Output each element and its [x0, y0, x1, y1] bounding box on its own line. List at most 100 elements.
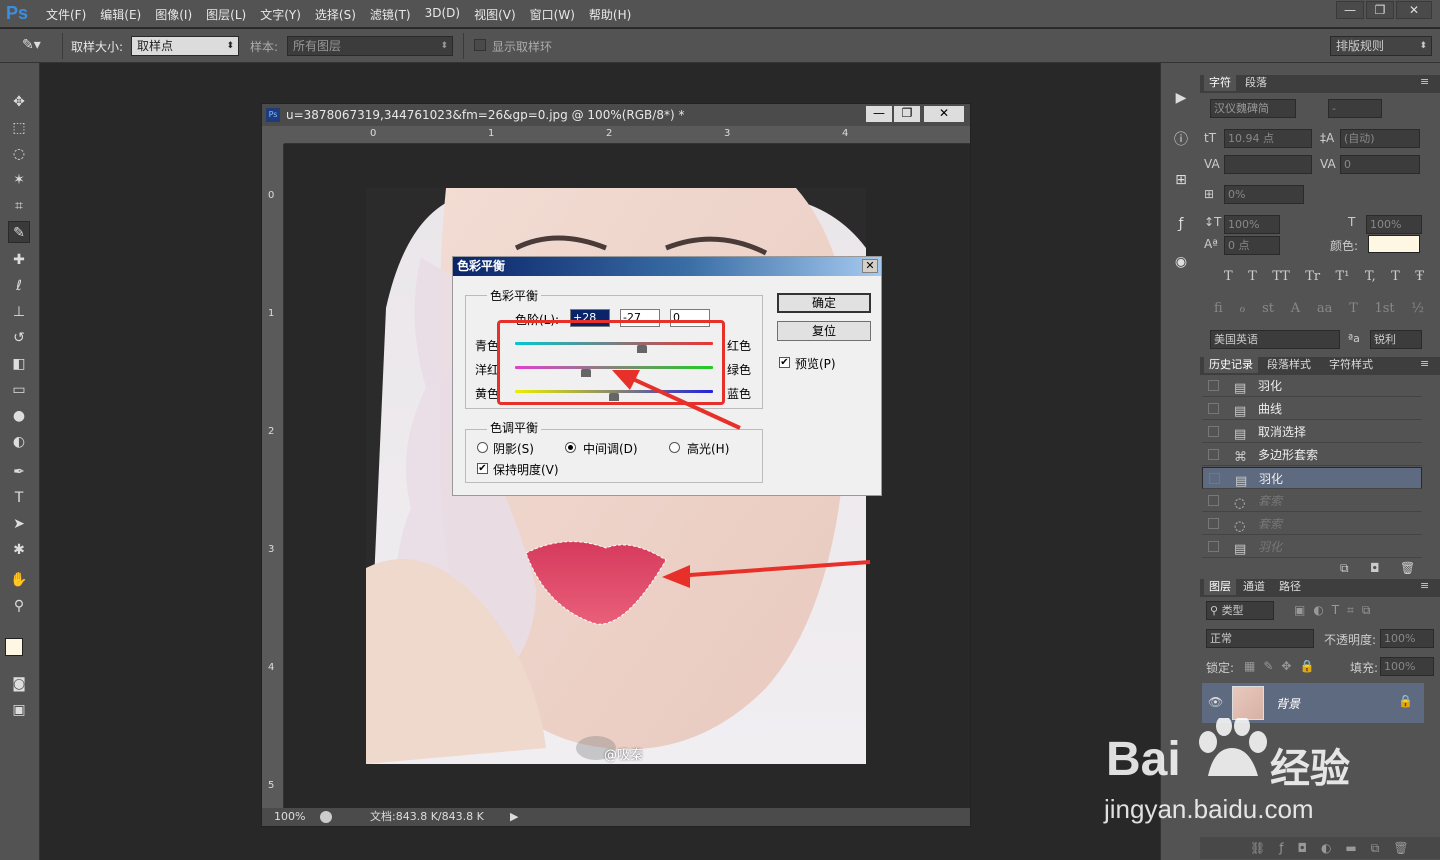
- font-size-field[interactable]: 10.94 点: [1224, 129, 1312, 148]
- font-family-select[interactable]: 汉仪魏碑简: [1210, 99, 1296, 118]
- eyedropper-tool-icon[interactable]: ✎: [8, 221, 30, 243]
- crop-tool-icon[interactable]: ⌗: [8, 195, 30, 217]
- sample-select[interactable]: 所有图层 ⬍: [287, 36, 453, 56]
- tab-character-styles[interactable]: 字符样式: [1324, 357, 1378, 373]
- history-item-undone[interactable]: ◌ 套索: [1202, 513, 1422, 535]
- tab-history[interactable]: 历史记录: [1204, 357, 1258, 373]
- menu-select[interactable]: 选择(S): [315, 6, 356, 23]
- history-source-checkbox[interactable]: [1208, 541, 1219, 552]
- panel-menu-icon[interactable]: ≡: [1420, 357, 1429, 370]
- menu-3d[interactable]: 3D(D): [425, 6, 460, 23]
- all-caps-icon[interactable]: TT: [1272, 269, 1290, 284]
- baseline-field[interactable]: 0 点: [1224, 236, 1280, 255]
- discretionary-ligature-icon[interactable]: ℴ: [1239, 301, 1245, 316]
- healing-brush-icon[interactable]: ✚: [8, 249, 30, 271]
- layer-filter-select[interactable]: ⚲ 类型: [1206, 601, 1274, 620]
- hand-tool-icon[interactable]: ✋: [8, 569, 30, 591]
- ok-button[interactable]: 确定: [777, 293, 871, 313]
- ruler-origin[interactable]: [262, 126, 284, 144]
- layer-name[interactable]: 背景: [1276, 695, 1300, 712]
- tab-channels[interactable]: 通道: [1238, 579, 1270, 595]
- zoom-level[interactable]: 100%: [274, 808, 305, 826]
- underline-icon[interactable]: T: [1391, 269, 1400, 284]
- history-item[interactable]: ⌘ 多边形套索: [1202, 444, 1422, 466]
- stamp-tool-icon[interactable]: ⊥: [8, 301, 30, 323]
- swash-icon[interactable]: A: [1291, 301, 1300, 316]
- ligature-icon[interactable]: fi: [1214, 301, 1223, 316]
- lasso-tool-icon[interactable]: ◌: [8, 143, 30, 165]
- workspace-select[interactable]: 排版规则 ⬍: [1330, 36, 1432, 56]
- history-source-checkbox[interactable]: [1208, 495, 1219, 506]
- fill-field[interactable]: 100%: [1380, 657, 1434, 676]
- blend-mode-select[interactable]: 正常: [1206, 629, 1314, 648]
- brush-tool-icon[interactable]: ℓ: [8, 275, 30, 297]
- history-item[interactable]: ▤ 曲线: [1202, 398, 1422, 420]
- layers-footer-icons[interactable]: ⛓ƒ◘◐▬⧉🗑: [1200, 837, 1440, 859]
- new-document-icon[interactable]: ⧉: [1340, 561, 1349, 576]
- blur-tool-icon[interactable]: ●: [8, 405, 30, 427]
- small-caps-icon[interactable]: Tr: [1305, 269, 1320, 284]
- tab-paragraph[interactable]: 段落: [1240, 75, 1272, 91]
- magic-wand-icon[interactable]: ✶: [8, 169, 30, 191]
- eyedropper-icon[interactable]: ✎▾: [22, 37, 41, 53]
- horizontal-ruler[interactable]: 0 1 2 3 4: [284, 126, 970, 144]
- menu-type[interactable]: 文字(Y): [260, 6, 301, 23]
- eraser-tool-icon[interactable]: ◧: [8, 353, 30, 375]
- history-source-checkbox[interactable]: [1208, 518, 1219, 529]
- menu-edit[interactable]: 编辑(E): [100, 6, 141, 23]
- show-ring-checkbox[interactable]: [474, 39, 486, 51]
- menu-file[interactable]: 文件(F): [46, 6, 86, 23]
- historical-ligature-icon[interactable]: st: [1262, 301, 1274, 316]
- opacity-field[interactable]: 100%: [1380, 629, 1434, 648]
- ku-icon[interactable]: ◉: [1169, 251, 1193, 273]
- doc-restore-button[interactable]: ❐: [894, 106, 920, 122]
- type-tool-icon[interactable]: T: [8, 487, 30, 509]
- sample-size-select[interactable]: 取样点 ⬍: [131, 36, 239, 56]
- tsume-field[interactable]: 0%: [1224, 185, 1304, 204]
- document-title-bar[interactable]: Ps u=3878067319,344761023&fm=26&gp=0.jpg…: [262, 104, 970, 126]
- history-brush-icon[interactable]: ↺: [8, 327, 30, 349]
- marquee-tool-icon[interactable]: ⬚: [8, 117, 30, 139]
- menu-view[interactable]: 视图(V): [474, 6, 516, 23]
- strikethrough-icon[interactable]: Ŧ: [1415, 269, 1424, 284]
- dodge-tool-icon[interactable]: ◐: [8, 431, 30, 453]
- status-arrow-icon[interactable]: ▶: [510, 808, 518, 826]
- menu-layer[interactable]: 图层(L): [206, 6, 246, 23]
- faux-italic-icon[interactable]: T: [1248, 269, 1257, 284]
- history-source-checkbox[interactable]: [1208, 380, 1219, 391]
- subscript-icon[interactable]: T,: [1365, 269, 1376, 284]
- reset-button[interactable]: 复位: [777, 321, 871, 341]
- midtones-radio[interactable]: [565, 442, 576, 453]
- history-source-checkbox[interactable]: [1208, 403, 1219, 414]
- dialog-close-button[interactable]: ✕: [862, 259, 878, 273]
- trash-icon[interactable]: 🗑: [1400, 561, 1415, 575]
- shadows-radio[interactable]: [477, 442, 488, 453]
- text-color-swatch[interactable]: [1368, 235, 1420, 253]
- history-item-selected[interactable]: ▤ 羽化: [1202, 467, 1422, 489]
- menu-image[interactable]: 图像(I): [155, 6, 192, 23]
- shape-tool-icon[interactable]: ✱: [8, 539, 30, 561]
- menu-filter[interactable]: 滤镜(T): [370, 6, 411, 23]
- leading-field[interactable]: (自动): [1340, 129, 1420, 148]
- gradient-tool-icon[interactable]: ▭: [8, 379, 30, 401]
- tab-paths[interactable]: 路径: [1274, 579, 1306, 595]
- history-item[interactable]: ▤ 取消选择: [1202, 421, 1422, 443]
- tab-character[interactable]: 字符: [1204, 75, 1236, 91]
- history-item-undone[interactable]: ◌ 套索: [1202, 490, 1422, 512]
- fx-icon[interactable]: ƒ: [1169, 213, 1193, 235]
- titling-icon[interactable]: T: [1349, 301, 1358, 316]
- tab-paragraph-styles[interactable]: 段落样式: [1262, 357, 1316, 373]
- history-item[interactable]: ▤ 羽化: [1202, 375, 1422, 397]
- faux-bold-icon[interactable]: T: [1224, 269, 1233, 284]
- tab-layers[interactable]: 图层: [1204, 579, 1236, 595]
- history-item-undone[interactable]: ▤ 羽化: [1202, 536, 1422, 558]
- history-source-checkbox[interactable]: [1208, 449, 1219, 460]
- menu-window[interactable]: 窗口(W): [530, 6, 575, 23]
- dialog-title-bar[interactable]: 色彩平衡: [453, 257, 881, 276]
- grid-icon[interactable]: ⊞: [1169, 169, 1193, 191]
- vertical-scale-field[interactable]: 100%: [1224, 215, 1280, 234]
- history-source-checkbox[interactable]: [1208, 426, 1219, 437]
- pen-tool-icon[interactable]: ✒: [8, 461, 30, 483]
- preserve-luminosity-checkbox[interactable]: ✔: [477, 463, 488, 474]
- app-restore-button[interactable]: ❐: [1366, 1, 1394, 19]
